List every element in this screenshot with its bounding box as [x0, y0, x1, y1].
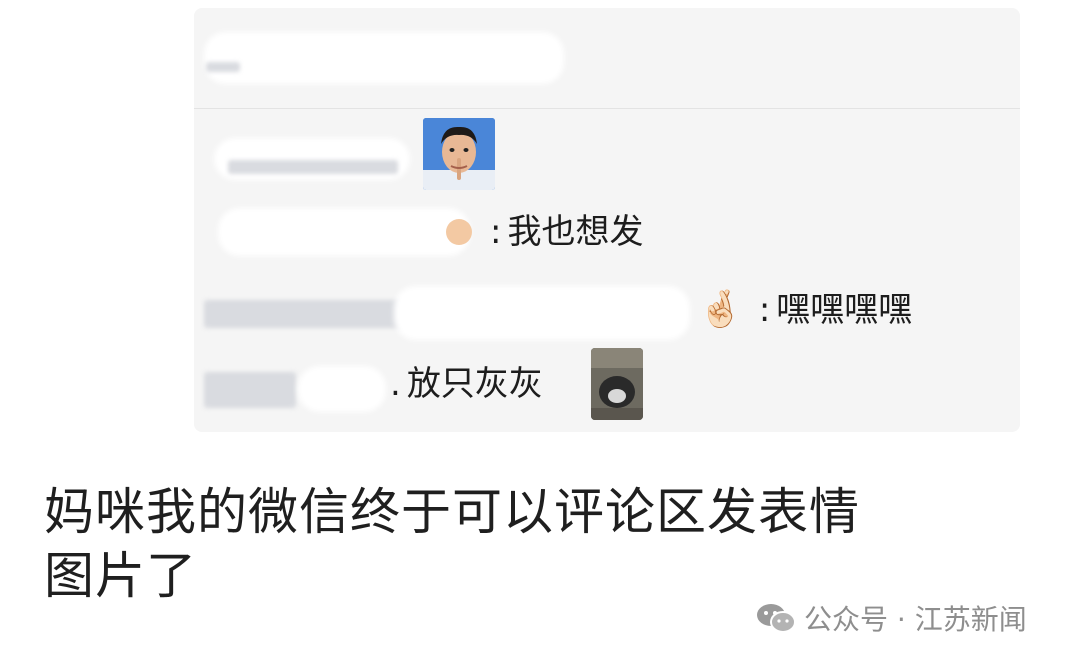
cat-sticker[interactable] — [591, 348, 643, 420]
comment-row-2: : 我也想发 — [446, 212, 643, 252]
cat-image — [591, 348, 643, 420]
headline: 妈咪我的微信终于可以评论区发表情 图片了 — [44, 480, 1044, 608]
crossed-fingers-emoji-icon: 🤞🏻 — [698, 289, 743, 330]
face-image — [423, 118, 495, 190]
comment-text: 放只灰灰 — [406, 364, 543, 404]
comment-text: 我也想发 — [507, 212, 644, 252]
watermark-text: 公众号 · 江苏新闻 — [804, 603, 1027, 636]
comment-row-4: . 放只灰灰 — [390, 364, 543, 404]
comment-text: 嘿嘿嘿嘿 — [776, 290, 913, 330]
avatar-sticker[interactable] — [423, 118, 495, 190]
comment-row-3: 🤞🏻 : 嘿嘿嘿嘿 — [698, 289, 913, 331]
headline-line-1: 妈咪我的微信终于可以评论区发表情 — [44, 483, 860, 541]
wechat-icon — [757, 604, 796, 633]
redacted-name-4 — [298, 366, 386, 412]
redacted-name-1-text — [228, 160, 398, 174]
comment-separator: : — [758, 290, 771, 330]
redacted-header-tag — [206, 62, 240, 72]
comment-separator: . — [390, 364, 401, 404]
redacted-name-4-text — [204, 372, 296, 408]
redacted-header — [204, 32, 564, 84]
redacted-name-3 — [394, 286, 690, 340]
header-divider — [194, 108, 1020, 109]
watermark: 公众号 · 江苏新闻 — [756, 598, 1027, 638]
hand-emoji-icon — [446, 219, 472, 245]
comment-separator: : — [490, 212, 502, 252]
redacted-name-2 — [218, 208, 470, 256]
